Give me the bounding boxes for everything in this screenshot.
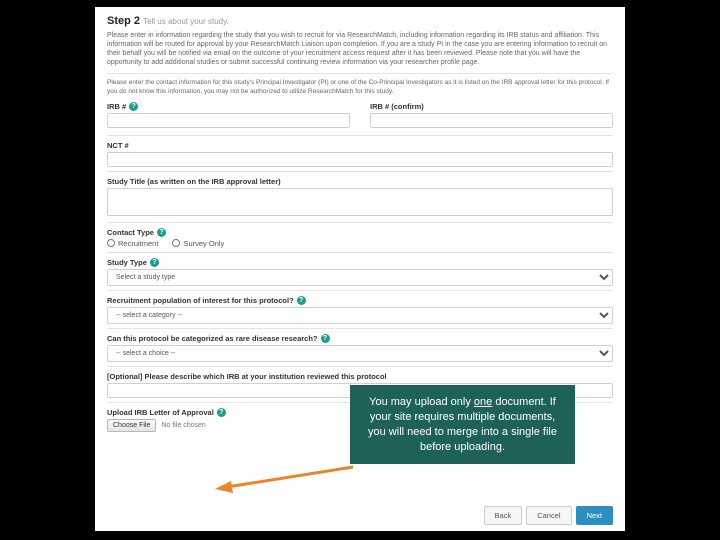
- intro-text: Please enter in information regarding th…: [107, 31, 613, 67]
- study-title-label: Study Title (as written on the IRB appro…: [107, 177, 613, 186]
- help-icon[interactable]: ?: [297, 296, 306, 305]
- population-label: Recruitment population of interest for t…: [107, 296, 613, 305]
- irb-label: IRB #?: [107, 102, 350, 111]
- back-button[interactable]: Back: [484, 506, 523, 525]
- study-type-select[interactable]: Select a study type: [107, 269, 613, 286]
- rare-disease-select[interactable]: -- select a choice --: [107, 345, 613, 362]
- irb-confirm-label: IRB # (confirm): [370, 102, 613, 111]
- file-status: No file chosen: [161, 422, 205, 429]
- choose-file-button[interactable]: Choose File: [107, 419, 156, 432]
- irb-input[interactable]: [107, 113, 350, 128]
- contact-type-label: Contact Type?: [107, 228, 613, 237]
- nct-label: NCT #: [107, 141, 613, 150]
- annotation-callout: You may upload only one document. If you…: [350, 385, 575, 464]
- cancel-button[interactable]: Cancel: [526, 506, 571, 525]
- step-subtitle: Tell us about your study.: [143, 17, 229, 26]
- footer-buttons: Back Cancel Next: [484, 506, 613, 525]
- optional-irb-label: [Optional] Please describe which IRB at …: [107, 372, 613, 381]
- survey-radio[interactable]: Survey Only: [172, 239, 224, 248]
- help-icon[interactable]: ?: [129, 102, 138, 111]
- divider: [107, 73, 613, 74]
- study-type-label: Study Type?: [107, 258, 613, 267]
- step-header: Step 2 Tell us about your study.: [107, 15, 613, 27]
- annotation-arrow-icon: [215, 465, 355, 495]
- recruitment-radio[interactable]: Recruitment: [107, 239, 158, 248]
- step-number: Step 2: [107, 15, 140, 27]
- population-select[interactable]: -- select a category --: [107, 307, 613, 324]
- pi-note: Please enter the contact information for…: [107, 79, 613, 95]
- help-icon[interactable]: ?: [217, 408, 226, 417]
- next-button[interactable]: Next: [576, 506, 613, 525]
- help-icon[interactable]: ?: [150, 258, 159, 267]
- help-icon[interactable]: ?: [321, 334, 330, 343]
- rare-disease-label: Can this protocol be categorized as rare…: [107, 334, 613, 343]
- irb-confirm-input[interactable]: [370, 113, 613, 128]
- study-title-input[interactable]: [107, 188, 613, 216]
- help-icon[interactable]: ?: [157, 228, 166, 237]
- nct-input[interactable]: [107, 152, 613, 167]
